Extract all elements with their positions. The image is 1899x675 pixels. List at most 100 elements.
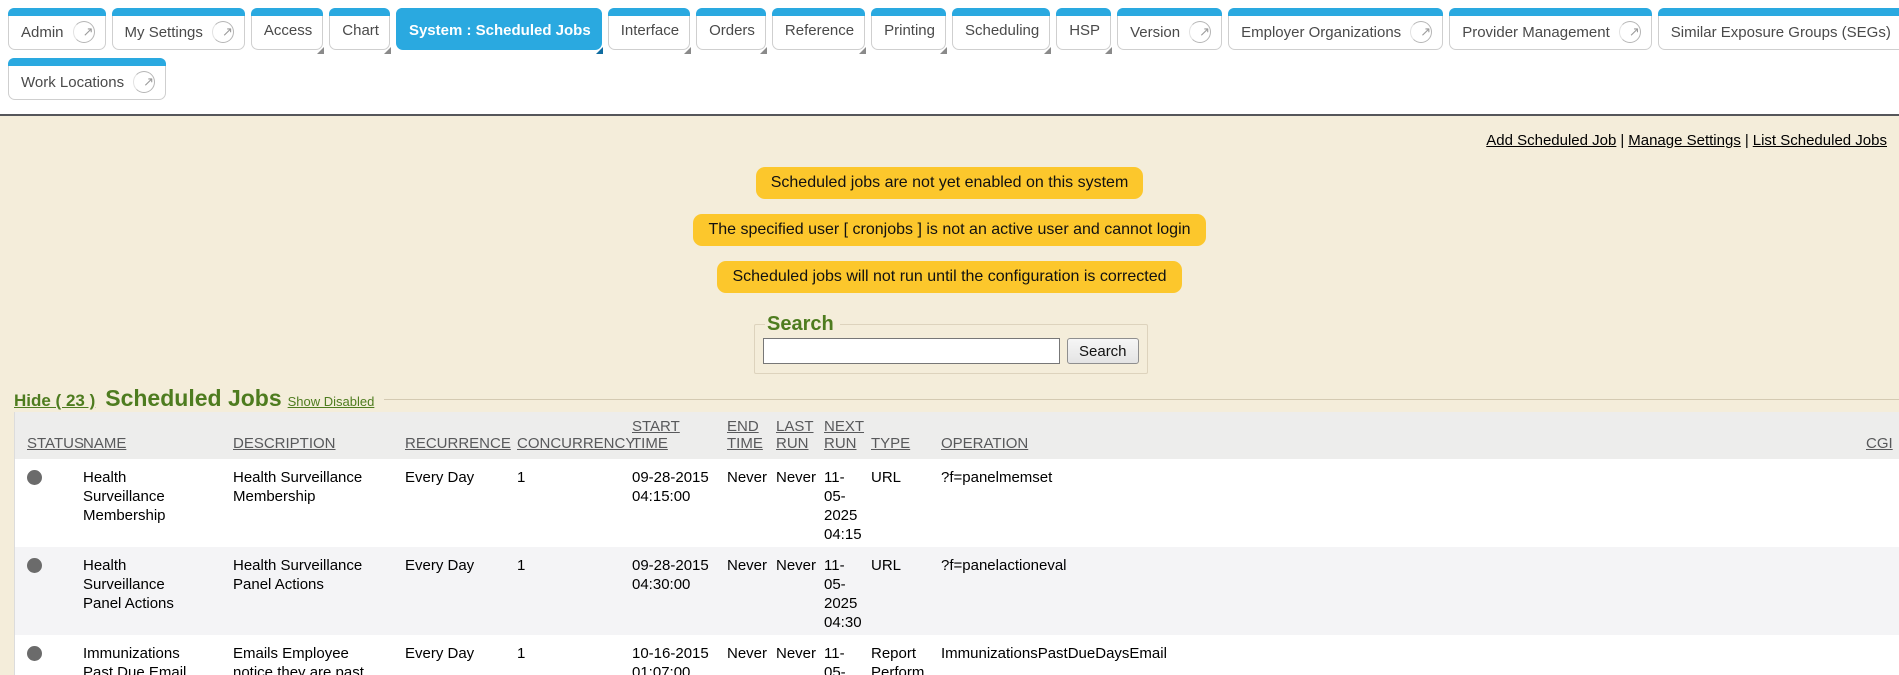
popout-icon[interactable]: ↗ bbox=[212, 21, 234, 43]
job-end-time: Never bbox=[727, 547, 776, 635]
sort-next-run[interactable]: NEXT RUN bbox=[824, 418, 864, 452]
job-concurrency: 1 bbox=[517, 459, 632, 547]
job-description: Health Surveillance Panel Actions bbox=[233, 547, 405, 635]
tab-printing[interactable]: Printing bbox=[871, 8, 946, 50]
tab-work-locations[interactable]: Work Locations ↗ bbox=[8, 58, 166, 100]
job-recurrence: Every Day bbox=[405, 635, 517, 675]
tab-bar: Admin ↗ My Settings ↗ Access Chart Syste… bbox=[0, 0, 1899, 114]
scheduled-jobs-table: STATUS NAME DESCRIPTION RECURRENCE CONCU… bbox=[15, 412, 1899, 675]
manage-settings-link[interactable]: Manage Settings bbox=[1628, 132, 1741, 149]
tab-accent-strip bbox=[772, 8, 865, 16]
tab-accent-strip bbox=[871, 8, 946, 16]
job-next-run: 11-05-2025 bbox=[824, 635, 871, 675]
sort-recurrence[interactable]: RECURRENCE bbox=[405, 435, 511, 452]
table-header-row: STATUS NAME DESCRIPTION RECURRENCE CONCU… bbox=[15, 412, 1899, 459]
job-next-run: 11-05-2025 04:30 bbox=[824, 547, 871, 635]
sort-operation[interactable]: OPERATION bbox=[941, 435, 1028, 452]
job-last-run: Never bbox=[776, 635, 824, 675]
tab-admin[interactable]: Admin ↗ bbox=[8, 8, 106, 50]
job-last-run: Never bbox=[776, 547, 824, 635]
jobs-section-header: Hide ( 23 ) Scheduled Jobs Show Disabled bbox=[14, 385, 1899, 412]
tab-provider-management[interactable]: Provider Management ↗ bbox=[1449, 8, 1652, 50]
job-last-run: Never bbox=[776, 459, 824, 547]
job-next-run: 11-05-2025 04:15 bbox=[824, 459, 871, 547]
job-concurrency: 1 bbox=[517, 547, 632, 635]
job-operation: ImmunizationsPastDueDaysEmail bbox=[941, 635, 1866, 675]
search-button[interactable]: Search bbox=[1067, 338, 1139, 364]
sort-cgi[interactable]: CGI bbox=[1866, 435, 1893, 452]
dropdown-corner-icon bbox=[859, 47, 866, 54]
job-start-time: 10-16-2015 01:07:00 bbox=[632, 635, 727, 675]
add-scheduled-job-link[interactable]: Add Scheduled Job bbox=[1486, 132, 1616, 149]
table-row: Health Surveillance Membership Health Su… bbox=[15, 459, 1899, 547]
dropdown-corner-icon bbox=[1105, 47, 1112, 54]
show-disabled-link[interactable]: Show Disabled bbox=[288, 394, 375, 409]
popout-icon[interactable]: ↗ bbox=[73, 21, 95, 43]
alert-banners: Scheduled jobs are not yet enabled on th… bbox=[0, 167, 1899, 293]
dropdown-corner-icon bbox=[596, 47, 603, 54]
tab-accent-strip bbox=[8, 58, 166, 66]
popout-icon[interactable]: ↗ bbox=[1410, 21, 1432, 43]
tab-accent-strip bbox=[112, 8, 245, 16]
dropdown-corner-icon bbox=[384, 47, 391, 54]
job-start-time: 09-28-2015 04:30:00 bbox=[632, 547, 727, 635]
tab-version[interactable]: Version ↗ bbox=[1117, 8, 1222, 50]
action-links: Add Scheduled Job|Manage Settings|List S… bbox=[0, 116, 1899, 149]
tab-accent-strip bbox=[1056, 8, 1111, 16]
jobs-table-container: STATUS NAME DESCRIPTION RECURRENCE CONCU… bbox=[14, 412, 1899, 675]
sort-concurrency[interactable]: CONCURRENCY bbox=[517, 435, 635, 452]
tab-accent-strip bbox=[608, 8, 690, 16]
job-operation: ?f=panelmemset bbox=[941, 459, 1866, 547]
tab-label: Orders bbox=[709, 22, 755, 39]
alert-jobs-not-enabled: Scheduled jobs are not yet enabled on th… bbox=[756, 167, 1144, 199]
tab-label: Admin bbox=[21, 24, 64, 41]
sort-status[interactable]: STATUS bbox=[27, 435, 84, 452]
tab-system-scheduled-jobs[interactable]: System : Scheduled Jobs bbox=[396, 8, 602, 50]
job-operation: ?f=panelactioneval bbox=[941, 547, 1866, 635]
list-scheduled-jobs-link[interactable]: List Scheduled Jobs bbox=[1753, 132, 1887, 149]
tab-label: Interface bbox=[621, 22, 679, 39]
tab-accent-strip bbox=[1228, 8, 1443, 16]
sort-description[interactable]: DESCRIPTION bbox=[233, 435, 336, 452]
job-end-time: Never bbox=[727, 459, 776, 547]
sort-type[interactable]: TYPE bbox=[871, 435, 910, 452]
sort-end-time[interactable]: END TIME bbox=[727, 418, 763, 452]
tab-interface[interactable]: Interface bbox=[608, 8, 690, 50]
tab-label: System : Scheduled Jobs bbox=[409, 22, 591, 39]
tab-orders[interactable]: Orders bbox=[696, 8, 766, 50]
table-row: Health Surveillance Panel Actions Health… bbox=[15, 547, 1899, 635]
job-type: Report Perform bbox=[871, 635, 941, 675]
tab-my-settings[interactable]: My Settings ↗ bbox=[112, 8, 245, 50]
tab-accent-strip bbox=[396, 8, 602, 16]
sort-start-time[interactable]: START TIME bbox=[632, 418, 680, 452]
tab-accent-strip bbox=[251, 8, 323, 16]
tab-hsp[interactable]: HSP bbox=[1056, 8, 1111, 50]
dropdown-corner-icon bbox=[1044, 47, 1051, 54]
tab-accent-strip bbox=[8, 8, 106, 16]
search-input[interactable] bbox=[763, 338, 1060, 364]
tab-access[interactable]: Access bbox=[251, 8, 323, 50]
tab-accent-strip bbox=[952, 8, 1050, 16]
hide-link[interactable]: Hide ( 23 ) bbox=[14, 391, 95, 411]
sort-last-run[interactable]: LAST RUN bbox=[776, 418, 814, 452]
popout-icon[interactable]: ↗ bbox=[1189, 21, 1211, 43]
popout-icon[interactable]: ↗ bbox=[1619, 21, 1641, 43]
tab-scheduling[interactable]: Scheduling bbox=[952, 8, 1050, 50]
status-indicator-icon bbox=[27, 470, 42, 485]
sort-name[interactable]: NAME bbox=[83, 435, 126, 452]
job-start-time: 09-28-2015 04:15:00 bbox=[632, 459, 727, 547]
tab-employer-organizations[interactable]: Employer Organizations ↗ bbox=[1228, 8, 1443, 50]
table-row: Immunizations Past Due Email Emails Empl… bbox=[15, 635, 1899, 675]
status-indicator-icon bbox=[27, 646, 42, 661]
job-recurrence: Every Day bbox=[405, 459, 517, 547]
job-concurrency: 1 bbox=[517, 635, 632, 675]
alert-user-inactive: The specified user [ cronjobs ] is not a… bbox=[693, 214, 1205, 246]
tab-reference[interactable]: Reference bbox=[772, 8, 865, 50]
alert-config-warning: Scheduled jobs will not run until the co… bbox=[717, 261, 1181, 293]
popout-icon[interactable]: ↗ bbox=[133, 71, 155, 93]
tab-label: Similar Exposure Groups (SEGs) bbox=[1671, 24, 1891, 41]
tab-chart[interactable]: Chart bbox=[329, 8, 390, 50]
tab-similar-exposure-groups[interactable]: Similar Exposure Groups (SEGs) ↗ bbox=[1658, 8, 1899, 50]
tab-label: Version bbox=[1130, 24, 1180, 41]
tab-label: Chart bbox=[342, 22, 379, 39]
